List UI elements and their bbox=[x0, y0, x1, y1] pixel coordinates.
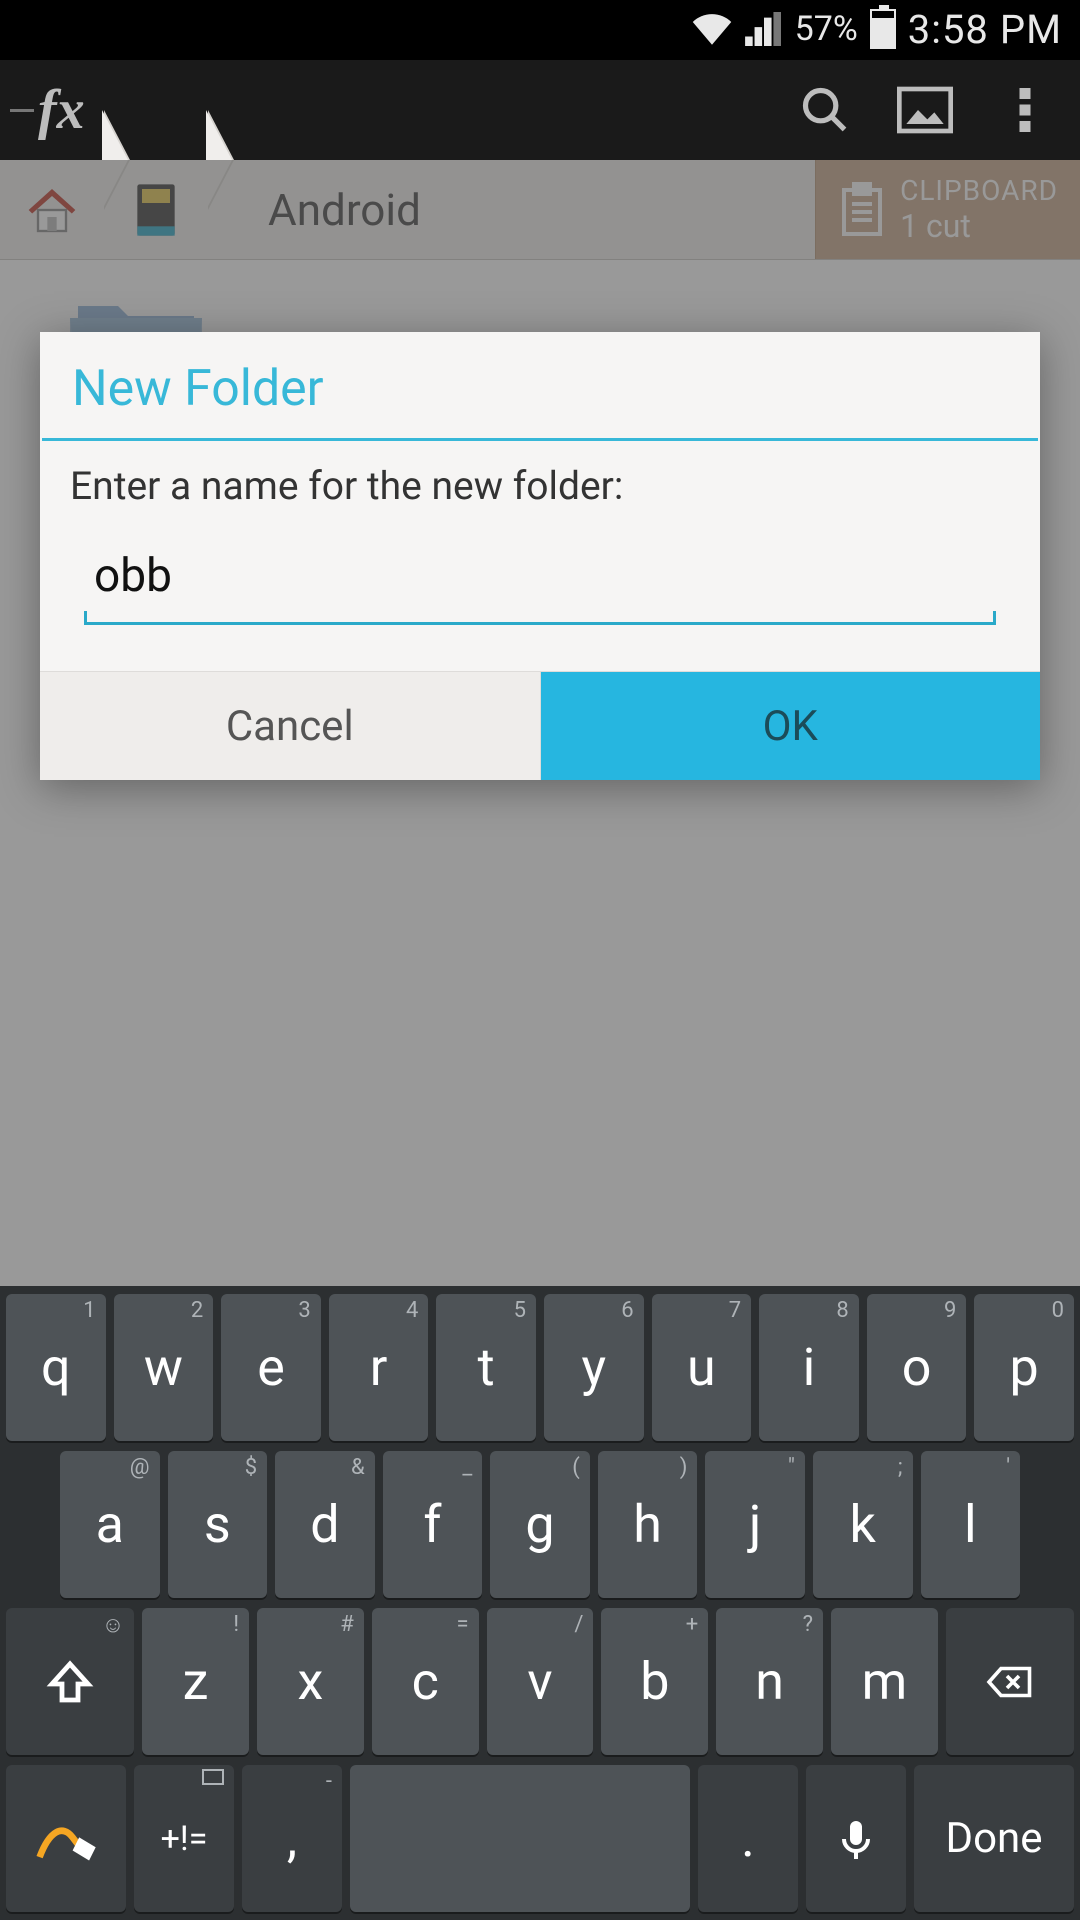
key-o[interactable]: 9o bbox=[867, 1294, 967, 1441]
shift-key[interactable]: ☺ bbox=[6, 1608, 134, 1755]
key-m[interactable]: m bbox=[831, 1608, 938, 1755]
dialog-prompt: Enter a name for the new folder: bbox=[70, 463, 1010, 509]
key-w[interactable]: 2w bbox=[114, 1294, 214, 1441]
clock: 3:58 PM bbox=[908, 6, 1062, 53]
soft-keyboard: 1q2w3e4r5t6y7u8i9o0p @a$s&d_f(g)h"j;k'l … bbox=[0, 1286, 1080, 1920]
symbols-label: +!= bbox=[161, 1819, 208, 1859]
key-s[interactable]: $s bbox=[168, 1451, 268, 1598]
signal-icon bbox=[745, 12, 783, 46]
key-n[interactable]: ?n bbox=[716, 1608, 823, 1755]
key-g[interactable]: (g bbox=[490, 1451, 590, 1598]
key-r[interactable]: 4r bbox=[329, 1294, 429, 1441]
battery-icon bbox=[870, 9, 896, 49]
key-a[interactable]: @a bbox=[60, 1451, 160, 1598]
key-d[interactable]: &d bbox=[275, 1451, 375, 1598]
dialog-title: New Folder bbox=[42, 332, 1038, 441]
mic-key[interactable] bbox=[806, 1765, 906, 1912]
key-j[interactable]: "j bbox=[705, 1451, 805, 1598]
key-u[interactable]: 7u bbox=[652, 1294, 752, 1441]
key-f[interactable]: _f bbox=[383, 1451, 483, 1598]
emoji-hint: ☺ bbox=[102, 1612, 124, 1638]
key-y[interactable]: 6y bbox=[544, 1294, 644, 1441]
wifi-icon bbox=[691, 12, 733, 46]
new-folder-dialog: New Folder Enter a name for the new fold… bbox=[40, 332, 1040, 780]
nav-drawer-toggle[interactable]: fx bbox=[10, 78, 85, 142]
space-key[interactable] bbox=[350, 1765, 690, 1912]
key-z[interactable]: !z bbox=[142, 1608, 249, 1755]
status-bar: 57% 3:58 PM bbox=[0, 0, 1080, 58]
overflow-menu-icon[interactable] bbox=[980, 65, 1070, 155]
key-p[interactable]: 0p bbox=[974, 1294, 1074, 1441]
image-icon[interactable] bbox=[880, 65, 970, 155]
symbols-key[interactable]: +!= bbox=[134, 1765, 234, 1912]
app-logo: fx bbox=[38, 78, 85, 142]
period-key[interactable]: . bbox=[698, 1765, 798, 1912]
search-icon[interactable] bbox=[780, 65, 870, 155]
key-c[interactable]: =c bbox=[372, 1608, 479, 1755]
keyboard-row-2: @a$s&d_f(g)h"j;k'l bbox=[6, 1451, 1074, 1598]
key-e[interactable]: 3e bbox=[221, 1294, 321, 1441]
comma-key[interactable]: - , bbox=[242, 1765, 342, 1912]
swype-key[interactable] bbox=[6, 1765, 126, 1912]
key-q[interactable]: 1q bbox=[6, 1294, 106, 1441]
key-h[interactable]: )h bbox=[598, 1451, 698, 1598]
keyboard-row-1: 1q2w3e4r5t6y7u8i9o0p bbox=[6, 1294, 1074, 1441]
key-k[interactable]: ;k bbox=[813, 1451, 913, 1598]
done-key[interactable]: Done bbox=[914, 1765, 1074, 1912]
key-t[interactable]: 5t bbox=[436, 1294, 536, 1441]
app-action-bar: fx bbox=[0, 58, 1080, 160]
key-x[interactable]: #x bbox=[257, 1608, 364, 1755]
folder-name-input-wrap[interactable] bbox=[70, 543, 1010, 635]
backspace-key[interactable] bbox=[946, 1608, 1074, 1755]
key-l[interactable]: 'l bbox=[921, 1451, 1021, 1598]
folder-name-input[interactable] bbox=[84, 543, 996, 609]
key-v[interactable]: /v bbox=[487, 1608, 594, 1755]
keyboard-row-4: +!= - , . Done bbox=[6, 1765, 1074, 1912]
key-b[interactable]: +b bbox=[601, 1608, 708, 1755]
ok-button[interactable]: OK bbox=[541, 672, 1041, 780]
keyboard-row-3: ☺ !z#x=c/v+b?nm bbox=[6, 1608, 1074, 1755]
key-i[interactable]: 8i bbox=[759, 1294, 859, 1441]
battery-percent: 57% bbox=[795, 9, 858, 49]
cancel-button[interactable]: Cancel bbox=[40, 672, 541, 780]
